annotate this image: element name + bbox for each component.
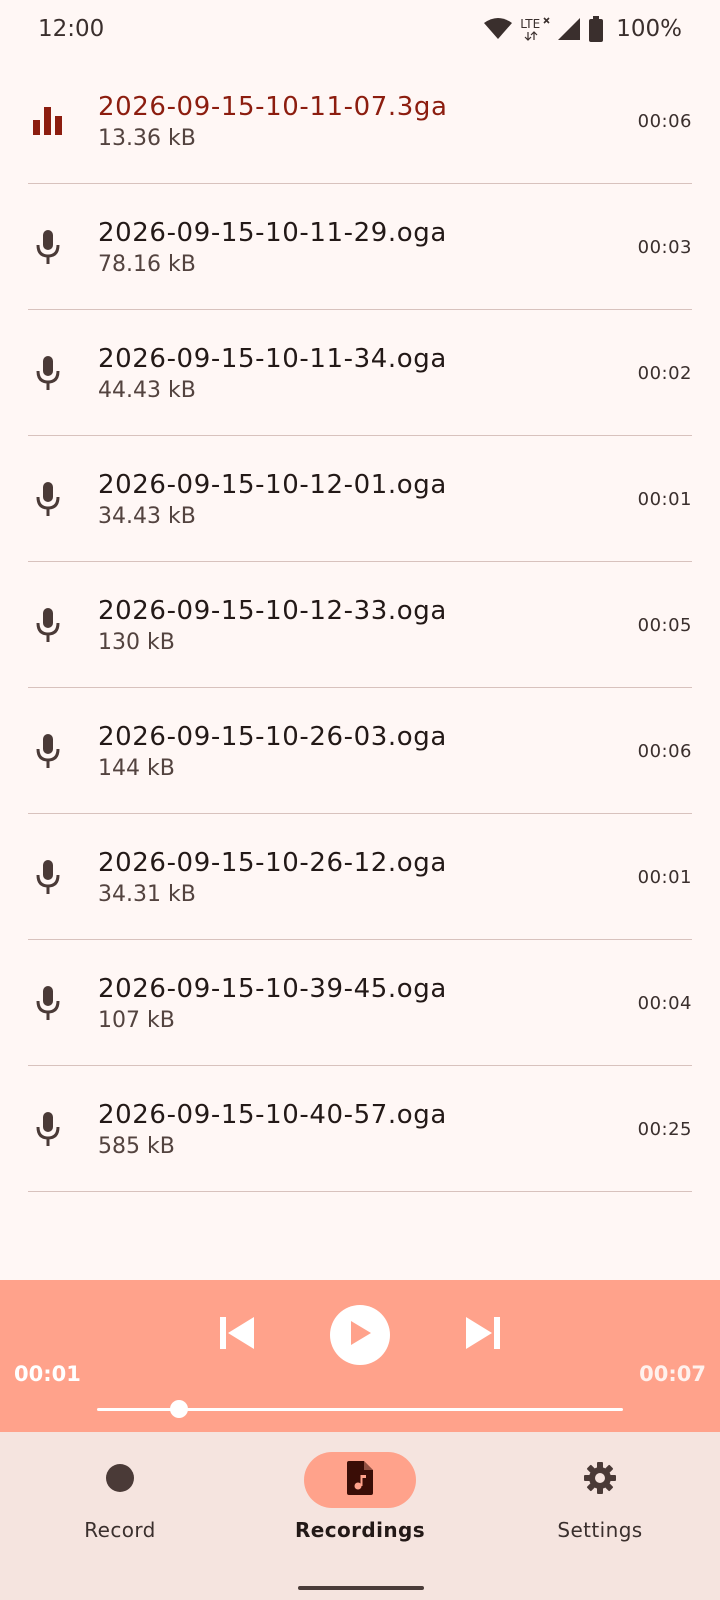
seek-thumb[interactable] xyxy=(169,1400,188,1418)
mic-icon xyxy=(28,983,68,1023)
recording-name: 2026-09-15-10-26-12.oga xyxy=(98,847,447,878)
nav-item-record[interactable]: Record xyxy=(20,1452,220,1542)
status-bar: 12:00 LTE 100% xyxy=(0,0,720,58)
recording-size: 585 kB xyxy=(98,1133,175,1159)
nav-item-settings[interactable]: Settings xyxy=(500,1452,700,1542)
recording-text: 2026-09-15-10-12-33.oga 130 kB xyxy=(98,596,638,655)
battery-percentage: 100% xyxy=(616,16,682,42)
nav-label-recordings: Recordings xyxy=(294,1518,426,1542)
player-bar: 00:01 00:07 xyxy=(0,1280,720,1432)
mic-icon xyxy=(28,731,68,771)
mic-icon xyxy=(28,1109,68,1149)
seek-bar[interactable] xyxy=(97,1400,623,1418)
nav-label-settings: Settings xyxy=(557,1518,643,1542)
recording-row[interactable]: 2026-09-15-10-11-29.oga 78.16 kB 00:03 xyxy=(0,184,720,310)
recording-text: 2026-09-15-10-12-01.oga 34.43 kB xyxy=(98,470,638,529)
recordings-list: 2026-09-15-10-11-07.3ga 13.36 kB 00:06 2… xyxy=(0,58,720,1192)
recording-duration: 00:06 xyxy=(637,740,692,762)
recording-row[interactable]: 2026-09-15-10-40-57.oga 585 kB 00:25 xyxy=(0,1066,720,1192)
current-time: 00:01 xyxy=(14,1362,81,1386)
recording-duration: 00:25 xyxy=(637,1118,692,1140)
recording-duration: 00:02 xyxy=(637,362,692,384)
total-time: 00:07 xyxy=(639,1362,706,1386)
recording-size: 34.31 kB xyxy=(98,881,196,907)
player-controls xyxy=(0,1304,720,1366)
recording-row[interactable]: 2026-09-15-10-11-07.3ga 13.36 kB 00:06 xyxy=(0,58,720,184)
nav-item-recordings[interactable]: Recordings xyxy=(260,1452,460,1542)
recording-size: 107 kB xyxy=(98,1007,175,1033)
recording-text: 2026-09-15-10-26-12.oga 34.31 kB xyxy=(98,848,638,907)
recording-size: 34.43 kB xyxy=(98,503,196,529)
recording-row[interactable]: 2026-09-15-10-12-01.oga 34.43 kB 00:01 xyxy=(0,436,720,562)
wifi-icon xyxy=(484,18,513,40)
audio-file-icon xyxy=(347,1461,373,1499)
nav-pill-recordings xyxy=(304,1452,416,1508)
mic-icon xyxy=(28,353,68,393)
gear-icon xyxy=(583,1461,617,1499)
recording-row[interactable]: 2026-09-15-10-11-34.oga 44.43 kB 00:02 xyxy=(0,310,720,436)
recording-row[interactable]: 2026-09-15-10-12-33.oga 130 kB 00:05 xyxy=(0,562,720,688)
nav-label-record: Record xyxy=(84,1518,156,1542)
recording-text: 2026-09-15-10-40-57.oga 585 kB xyxy=(98,1100,638,1159)
recording-text: 2026-09-15-10-39-45.oga 107 kB xyxy=(98,974,638,1033)
nav-pill-settings xyxy=(544,1452,656,1508)
recording-text: 2026-09-15-10-11-34.oga 44.43 kB xyxy=(98,344,638,403)
recording-name: 2026-09-15-10-39-45.oga xyxy=(98,973,447,1004)
play-button[interactable] xyxy=(330,1305,390,1365)
recording-size: 130 kB xyxy=(98,629,175,655)
skip-next-button[interactable] xyxy=(464,1314,502,1356)
recording-size: 13.36 kB xyxy=(98,125,196,151)
recording-row[interactable]: 2026-09-15-10-39-45.oga 107 kB 00:04 xyxy=(0,940,720,1066)
recording-duration: 00:01 xyxy=(637,866,692,888)
recording-row[interactable]: 2026-09-15-10-26-03.oga 144 kB 00:06 xyxy=(0,688,720,814)
recording-name: 2026-09-15-10-11-34.oga xyxy=(98,343,447,374)
status-icons: LTE 100% xyxy=(484,16,682,42)
recording-row[interactable]: 2026-09-15-10-26-12.oga 34.31 kB 00:01 xyxy=(0,814,720,940)
recording-name: 2026-09-15-10-26-03.oga xyxy=(98,721,447,752)
recording-duration: 00:03 xyxy=(637,236,692,258)
nav-pill-record xyxy=(64,1452,176,1508)
recording-name: 2026-09-15-10-40-57.oga xyxy=(98,1099,447,1130)
recording-name: 2026-09-15-10-12-33.oga xyxy=(98,595,447,626)
mic-icon xyxy=(28,479,68,519)
home-indicator xyxy=(298,1586,424,1590)
skip-next-icon xyxy=(464,1314,502,1356)
recording-duration: 00:05 xyxy=(637,614,692,636)
play-icon xyxy=(348,1320,372,1350)
clock: 12:00 xyxy=(38,16,105,42)
recording-size: 78.16 kB xyxy=(98,251,196,277)
mic-icon xyxy=(28,227,68,267)
recording-text: 2026-09-15-10-11-07.3ga 13.36 kB xyxy=(98,92,638,151)
battery-icon xyxy=(588,16,604,42)
recording-text: 2026-09-15-10-11-29.oga 78.16 kB xyxy=(98,218,638,277)
skip-previous-button[interactable] xyxy=(218,1314,256,1356)
recording-duration: 00:01 xyxy=(637,488,692,510)
recording-size: 44.43 kB xyxy=(98,377,196,403)
recording-size: 144 kB xyxy=(98,755,175,781)
signal-icon xyxy=(558,18,581,40)
recording-name: 2026-09-15-10-11-07.3ga xyxy=(98,91,448,122)
recording-name: 2026-09-15-10-12-01.oga xyxy=(98,469,447,500)
mic-icon xyxy=(28,605,68,645)
record-dot-icon xyxy=(105,1463,135,1497)
bottom-navigation: Record Recordings Settings xyxy=(0,1432,720,1600)
recording-name: 2026-09-15-10-11-29.oga xyxy=(98,217,447,248)
lte-icon: LTE xyxy=(520,17,550,41)
recording-text: 2026-09-15-10-26-03.oga 144 kB xyxy=(98,722,638,781)
equalizer-icon xyxy=(28,101,68,141)
recording-duration: 00:06 xyxy=(637,110,692,132)
mic-icon xyxy=(28,857,68,897)
recording-duration: 00:04 xyxy=(637,992,692,1014)
skip-previous-icon xyxy=(218,1314,256,1356)
